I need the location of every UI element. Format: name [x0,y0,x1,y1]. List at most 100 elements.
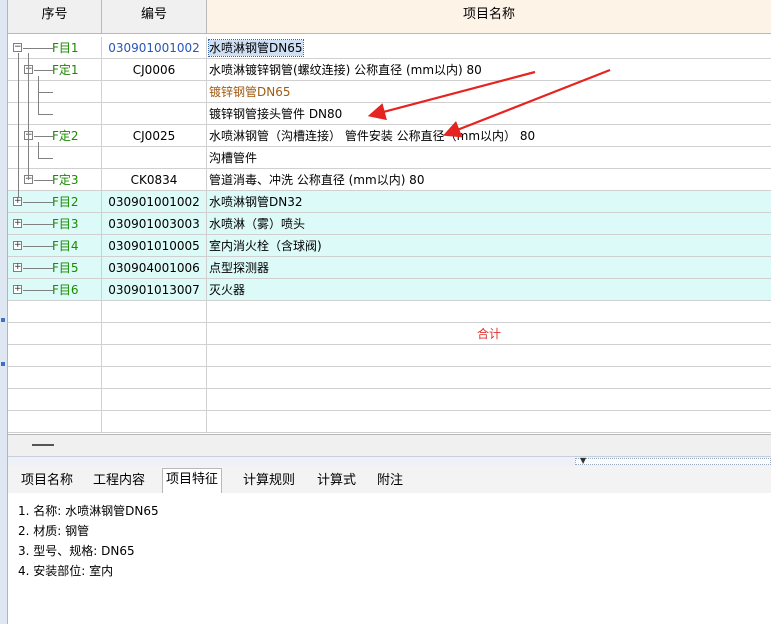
code-cell: 030901010005 [102,235,207,257]
name-label: 室内消火栓（含球阀) [209,239,322,253]
empty-row [8,389,771,411]
empty-row [8,411,771,433]
expand-icon[interactable]: + [13,263,22,272]
tab-calc-formula[interactable]: 计算式 [314,470,359,492]
total-label: 合计 [476,327,501,341]
left-splitter[interactable] [0,0,8,624]
chevron-down-icon: ▼ [580,456,587,465]
code-label: 030901003003 [108,217,200,231]
name-cell [207,345,771,367]
splitter-grip[interactable]: ▼ [575,456,771,465]
seq-cell [8,323,102,345]
code-cell [102,103,207,125]
name-cell[interactable]: 灭火器 [207,279,771,301]
minus-icon[interactable] [32,444,54,446]
tree-line [34,180,53,181]
table-row[interactable]: 沟槽管件 [8,147,771,169]
code-label: CJ0025 [132,129,176,143]
table-row[interactable]: + F目2 030901001002 水喷淋钢管DN32 [8,191,771,213]
detail-tabs: 项目名称 工程内容 项目特征 计算规则 计算式 附注 [8,466,771,494]
code-cell [102,323,207,345]
tab-item-name[interactable]: 项目名称 [18,470,76,492]
name-cell[interactable]: 水喷淋钢管DN32 [207,191,771,213]
code-label: CJ0006 [132,63,176,77]
code-label: 030904001006 [108,261,200,275]
code-cell [102,301,207,323]
seq-label: F目6 [52,283,79,297]
table-row[interactable]: + F目3 030901003003 水喷淋（雾）喷头 [8,213,771,235]
name-label: 水喷淋钢管DN65 [208,39,304,57]
name-label: 沟槽管件 [209,151,258,165]
tree-line [38,114,53,115]
seq-cell: − F定1 [8,59,102,81]
name-cell[interactable]: 镀锌钢管DN65 [207,81,771,103]
tab-item-features[interactable]: 项目特征 [162,468,223,494]
header-name[interactable]: 项目名称 [207,0,771,33]
expand-icon[interactable]: + [13,197,22,206]
table-row[interactable]: − F定3 CK0834 管道消毒、冲洗 公称直径 (mm以内) 80 [8,169,771,191]
table-row[interactable]: − F定2 CJ0025 水喷淋钢管（沟槽连接） 管件安装 公称直径（mm以内）… [8,125,771,147]
name-cell[interactable]: 水喷淋钢管DN65 [207,37,771,59]
expand-icon[interactable]: + [13,285,22,294]
collapse-icon[interactable]: − [13,43,22,52]
tree-line [18,53,19,197]
expand-icon[interactable]: + [13,241,22,250]
header-code[interactable]: 编号 [102,0,207,33]
feature-line: 1. 名称: 水喷淋钢管DN65 [18,504,159,518]
seq-label: F目4 [52,239,79,253]
tree-line [28,53,29,180]
code-label: CK0834 [130,173,178,187]
name-cell [207,367,771,389]
seq-cell [8,389,102,411]
table-row[interactable]: 镀锌钢管接头管件 DN80 [8,103,771,125]
bill-grid: 序号 编号 项目名称 − F目1 030901001002 水喷淋钢管DN65 … [8,0,771,434]
seq-cell: − F定3 [8,169,102,191]
tab-notes[interactable]: 附注 [374,470,406,492]
name-label: 管道消毒、冲洗 公称直径 (mm以内) 80 [209,173,425,187]
empty-row [8,345,771,367]
table-row[interactable]: − F目1 030901001002 水喷淋钢管DN65 [8,37,771,59]
code-cell [102,345,207,367]
feature-text-area[interactable]: 1. 名称: 水喷淋钢管DN65 2. 材质: 钢管 3. 型号、规格: DN6… [8,493,771,624]
code-cell [102,367,207,389]
total-row: 合计 [8,323,771,345]
seq-cell [8,103,102,125]
table-row[interactable]: + F目6 030901013007 灭火器 [8,279,771,301]
seq-cell [8,301,102,323]
name-cell[interactable]: 水喷淋镀锌钢管(螺纹连接) 公称直径 (mm以内) 80 [207,59,771,81]
splitter-arrow-icon [1,318,5,322]
tree-line [38,142,39,158]
feature-line: 4. 安装部位: 室内 [18,564,114,578]
name-cell[interactable]: 管道消毒、冲洗 公称直径 (mm以内) 80 [207,169,771,191]
tab-calc-rules[interactable]: 计算规则 [240,470,298,492]
name-label: 水喷淋（雾）喷头 [209,217,306,231]
seq-label: F目1 [52,41,79,55]
code-cell [102,389,207,411]
seq-cell [8,411,102,433]
empty-row [8,367,771,389]
table-row[interactable]: − F定1 CJ0006 水喷淋镀锌钢管(螺纹连接) 公称直径 (mm以内) 8… [8,59,771,81]
name-cell[interactable]: 水喷淋钢管（沟槽连接） 管件安装 公称直径（mm以内） 80 [207,125,771,147]
name-label: 水喷淋镀锌钢管(螺纹连接) 公称直径 (mm以内) 80 [209,63,482,77]
code-cell: 030901013007 [102,279,207,301]
name-label: 灭火器 [209,283,246,297]
tab-work-content[interactable]: 工程内容 [90,470,148,492]
expand-icon[interactable]: + [13,219,22,228]
tree-line [23,48,53,49]
name-cell[interactable]: 沟槽管件 [207,147,771,169]
tree-line [23,246,53,247]
table-row[interactable]: 镀锌钢管DN65 [8,81,771,103]
table-row[interactable]: + F目4 030901010005 室内消火栓（含球阀) [8,235,771,257]
tree-line [23,290,53,291]
name-cell[interactable]: 镀锌钢管接头管件 DN80 [207,103,771,125]
name-cell[interactable]: 点型探测器 [207,257,771,279]
name-cell[interactable]: 室内消火栓（含球阀) [207,235,771,257]
table-row[interactable]: + F目5 030904001006 点型探测器 [8,257,771,279]
seq-label: F目5 [52,261,79,275]
code-cell: CK0834 [102,169,207,191]
header-seq[interactable]: 序号 [8,0,102,33]
tree-line [38,76,39,92]
name-cell[interactable]: 水喷淋（雾）喷头 [207,213,771,235]
code-cell: 030901001002 [102,191,207,213]
seq-label: F目2 [52,195,79,209]
